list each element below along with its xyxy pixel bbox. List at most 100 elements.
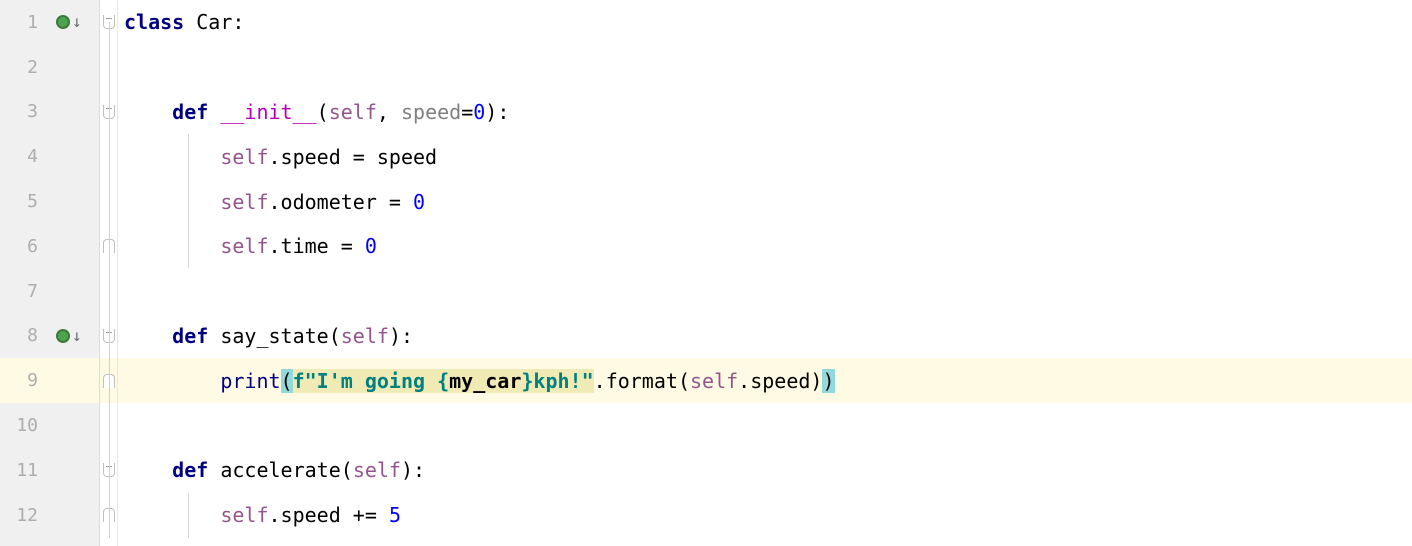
line-number: 3 [0,101,42,122]
punct: : [413,458,425,482]
indent [124,503,220,527]
indent [124,234,220,258]
indent-guide [188,493,189,538]
indent-guide [188,134,189,268]
gutter-row[interactable]: 1 ↓ [0,0,99,45]
gutter-row[interactable]: 4 [0,134,99,179]
line-number: 9 [0,370,42,391]
gutter-row[interactable]: 8 ↓ [0,314,99,359]
punct: . [594,369,606,393]
matched-paren: ) [822,369,834,393]
attr: speed [281,145,341,169]
fold-strip [100,0,118,546]
builtin: print [220,369,280,393]
keyword: class [124,10,196,34]
line-number: 8 [0,325,42,346]
attr: speed [281,503,341,527]
code-line[interactable]: class Car: [118,0,1412,45]
attr: odometer [281,190,377,214]
indent [124,458,172,482]
line-number: 4 [0,146,42,167]
gutter-row[interactable]: 11 [0,448,99,493]
code-line-current[interactable]: print(f"I'm going {my_car}kph!".format(s… [118,358,1412,403]
punct: ) [401,458,413,482]
punct: . [738,369,750,393]
self-ref: self [220,503,268,527]
code-line[interactable] [118,269,1412,314]
punct: : [232,10,244,34]
keyword: def [172,458,220,482]
punct: ( [329,324,341,348]
code-line[interactable]: self.time = 0 [118,224,1412,269]
code-line[interactable]: def __init__(self, speed=0): [118,90,1412,135]
punct: = [461,100,473,124]
op: += [341,503,389,527]
punct: : [497,100,509,124]
gutter: 1 ↓ 2 3 4 5 6 7 8 ↓ [0,0,100,546]
punct: ( [317,100,329,124]
code-line[interactable]: def say_state(self): [118,314,1412,359]
run-circle-icon [56,15,70,29]
param: speed [401,100,461,124]
attr: time [281,234,329,258]
code-line[interactable]: self.odometer = 0 [118,179,1412,224]
punct: ) [810,369,822,393]
indent [124,145,220,169]
keyword: def [172,100,220,124]
fstring-expr: my_car [449,369,521,393]
gutter-row[interactable]: 2 [0,45,99,90]
indent [124,324,172,348]
keyword: def [172,324,220,348]
punct: ( [341,458,353,482]
punct: . [269,234,281,258]
down-arrow-icon: ↓ [72,14,82,30]
run-gutter-icon[interactable]: ↓ [56,328,82,344]
down-arrow-icon: ↓ [72,328,82,344]
line-number: 11 [0,460,42,481]
line-number: 5 [0,191,42,212]
line-number: 12 [0,505,42,526]
gutter-row[interactable]: 5 [0,179,99,224]
op: = [377,190,413,214]
number: 0 [473,100,485,124]
self-ref: self [220,234,268,258]
punct: ( [678,369,690,393]
gutter-row[interactable]: 7 [0,269,99,314]
code-line[interactable]: def accelerate(self): [118,448,1412,493]
gutter-row[interactable]: 12 [0,493,99,538]
code-editor: 1 ↓ 2 3 4 5 6 7 8 ↓ [0,0,1412,546]
self-ref: self [220,145,268,169]
line-number: 2 [0,57,42,78]
punct: : [401,324,413,348]
self-param: self [329,100,377,124]
gutter-row[interactable]: 6 [0,224,99,269]
punct: , [377,100,401,124]
code-line[interactable] [118,45,1412,90]
matched-paren: ( [281,369,293,393]
code-line[interactable]: self.speed = speed [118,134,1412,179]
line-number: 6 [0,236,42,257]
code-area[interactable]: class Car: def __init__(self, speed=0): … [118,0,1412,546]
indent [124,100,172,124]
attr: speed [750,369,810,393]
string: }kph!" [521,369,593,393]
function-name: accelerate [220,458,340,482]
gutter-row[interactable]: 9 [0,358,99,403]
run-gutter-icon[interactable]: ↓ [56,14,82,30]
function-name: __init__ [220,100,316,124]
code-line[interactable]: self.speed += 5 [118,493,1412,538]
identifier: speed [377,145,437,169]
code-line[interactable] [118,403,1412,448]
punct: ) [389,324,401,348]
run-circle-icon [56,329,70,343]
punct: . [269,190,281,214]
punct: . [269,503,281,527]
number: 0 [413,190,425,214]
punct: ) [485,100,497,124]
self-ref: self [690,369,738,393]
line-number: 10 [0,415,42,436]
gutter-row[interactable]: 10 [0,403,99,448]
string: "I'm going { [305,369,450,393]
gutter-row[interactable]: 3 [0,90,99,135]
indent [124,190,220,214]
